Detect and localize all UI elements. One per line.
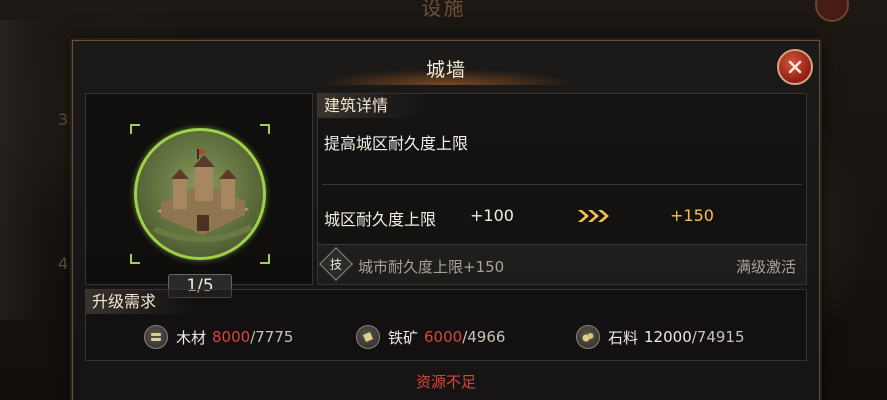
background-window-title: 设施 [421, 0, 466, 20]
city-wall-icon [153, 149, 253, 243]
background-sidebar [0, 20, 44, 320]
resource-name: 石料 [608, 328, 639, 347]
building-portrait-panel: 1/5 [85, 93, 313, 298]
stat-current-value: +100 [470, 206, 514, 225]
frame-corner [260, 124, 270, 134]
close-button[interactable] [777, 49, 813, 85]
stat-next-value: +150 [670, 206, 714, 225]
dialog-title: 城墙 [425, 59, 466, 81]
iron-ore-icon [356, 325, 380, 349]
details-header: 建筑详情 [318, 94, 428, 118]
frame-corner [260, 254, 270, 264]
requirement-stone[interactable]: 石料 12000 / 74915 [576, 324, 745, 350]
stat-label: 城区耐久度上限 [324, 210, 437, 229]
building-details-panel: 建筑详情 提高城区耐久度上限 城区耐久度上限 +100 +150 技 城市耐久度… [317, 93, 807, 285]
close-icon [788, 60, 802, 74]
resource-name: 铁矿 [388, 328, 419, 347]
frame-corner [130, 254, 140, 264]
background-number: 4 [58, 254, 69, 273]
tech-status: 满级激活 [735, 258, 796, 276]
upgrade-requirements-panel: 升级需求 木材 8000 / 7775 铁矿 6000 / 4966 石料 12… [85, 289, 807, 361]
resource-required: 12000 [644, 328, 692, 346]
resource-required: 8000 [212, 328, 251, 346]
stone-icon [576, 325, 600, 349]
insufficient-resources-warning: 资源不足 [415, 373, 476, 391]
resource-owned: 7775 [255, 328, 294, 346]
resource-required: 6000 [424, 328, 463, 346]
background-number: 3 [58, 110, 69, 129]
tech-bonus-row: 技 城市耐久度上限+150 满级激活 [318, 244, 806, 284]
building-description: 提高城区耐久度上限 [324, 134, 469, 153]
building-upgrade-dialog: 城墙 1/5 建筑详情 提高城区耐久度上限 城区耐久度上限 +100 +150 … [72, 40, 820, 400]
resource-owned: 74915 [696, 328, 745, 346]
building-portrait [134, 128, 266, 260]
requirements-header: 升级需求 [86, 290, 196, 314]
resource-name: 木材 [176, 328, 207, 347]
frame-corner [130, 124, 140, 134]
wood-icon [144, 325, 168, 349]
requirement-wood[interactable]: 木材 8000 / 7775 [144, 324, 293, 350]
resource-owned: 4966 [467, 328, 506, 346]
tech-icon: 技 [319, 247, 353, 281]
requirement-iron-ore[interactable]: 铁矿 6000 / 4966 [356, 324, 505, 350]
divider [322, 184, 802, 185]
upgrade-arrows-icon [578, 210, 609, 222]
tech-bonus-text: 城市耐久度上限+150 [358, 258, 505, 276]
